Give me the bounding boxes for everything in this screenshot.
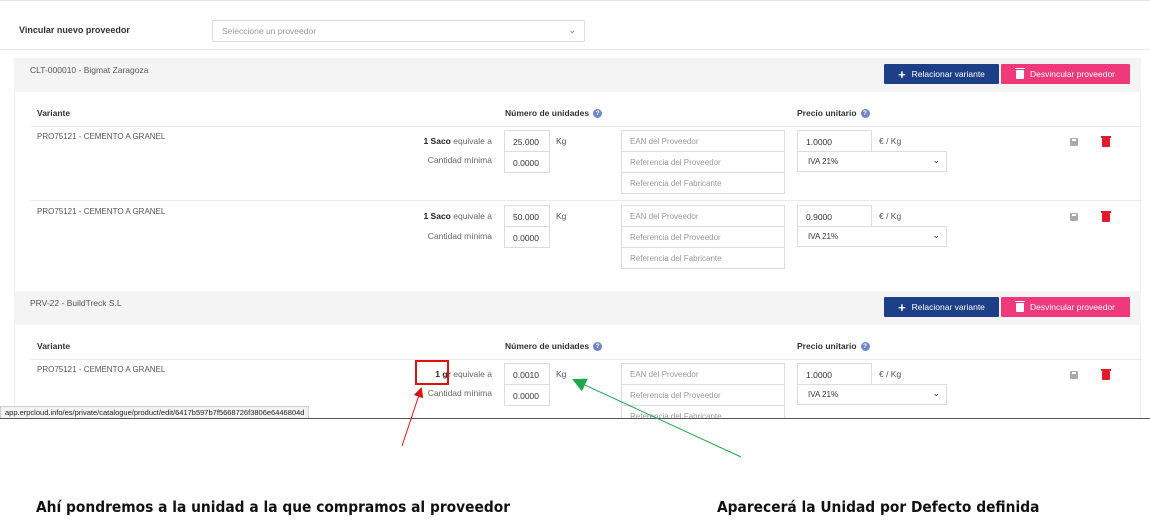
- caption-left: Ahí pondremos a la unidad a la que compr…: [36, 498, 511, 516]
- red-arrow: [401, 387, 424, 447]
- green-arrow: [572, 378, 742, 458]
- caption-right: Aparecerá la Unidad por Defecto definida: [717, 498, 1040, 516]
- annotation-arrows: [401, 378, 742, 458]
